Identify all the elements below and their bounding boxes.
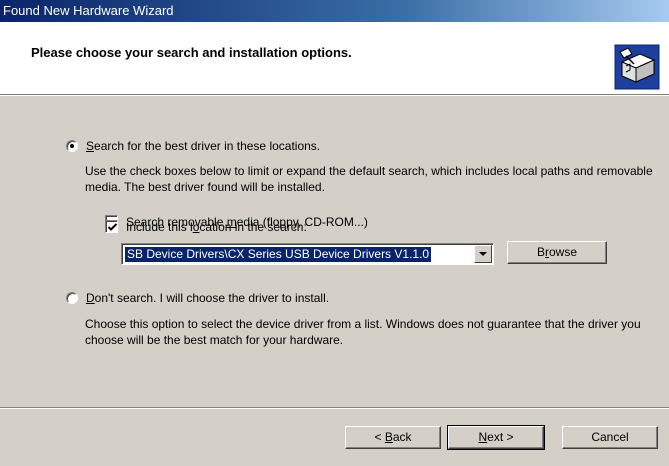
search-radio[interactable] — [66, 140, 78, 152]
cancel-button[interactable]: Cancel — [562, 426, 658, 449]
radio-selected-dot — [70, 144, 74, 148]
include-location-label[interactable]: Include this location in the search: — [126, 220, 307, 234]
location-combobox[interactable]: SB Device Drivers\CX Series USB Device D… — [121, 243, 494, 265]
chevron-down-icon — [479, 252, 487, 256]
checkmark-icon — [107, 223, 118, 231]
back-button[interactable]: < Back — [345, 426, 441, 449]
dropdown-button[interactable] — [474, 245, 492, 263]
wizard-window: Found New Hardware Wizard Please choose … — [0, 0, 669, 466]
dont-search-description: Choose this option to select the device … — [85, 317, 641, 347]
search-description: Use the check boxes below to limit or ex… — [85, 164, 653, 194]
wizard-header: Please choose your search and installati… — [0, 22, 669, 94]
search-radio-label[interactable]: Search for the best driver in these loca… — [86, 139, 320, 153]
page-title: Please choose your search and installati… — [31, 45, 352, 60]
next-button[interactable]: Next > — [447, 425, 545, 450]
hardware-wizard-icon — [614, 44, 660, 90]
dont-search-radio-label[interactable]: Don't search. I will choose the driver t… — [86, 291, 329, 305]
browse-button[interactable]: Browse — [507, 241, 607, 264]
include-location-checkbox[interactable] — [105, 220, 118, 233]
title-bar[interactable]: Found New Hardware Wizard — [0, 0, 669, 22]
location-path-value[interactable]: SB Device Drivers\CX Series USB Device D… — [125, 247, 432, 262]
footer-divider — [0, 407, 669, 409]
header-divider — [0, 94, 669, 96]
dont-search-radio[interactable] — [66, 292, 78, 304]
window-title: Found New Hardware Wizard — [3, 3, 174, 18]
